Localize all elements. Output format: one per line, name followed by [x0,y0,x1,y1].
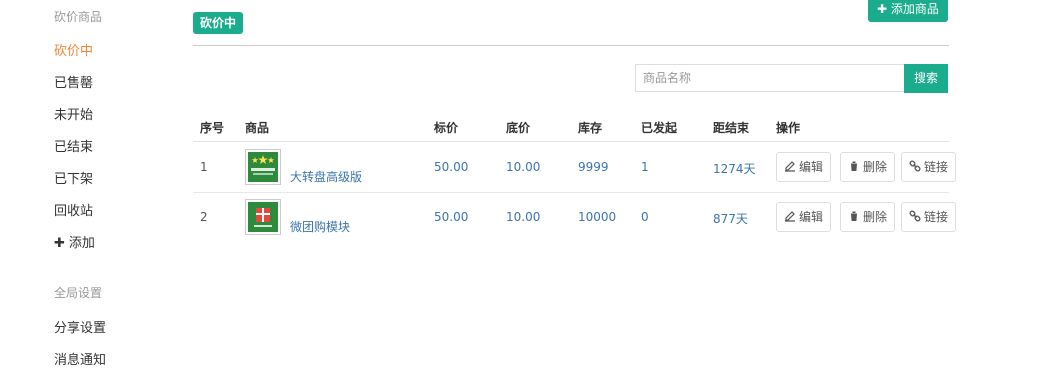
row-ends-in: 1274天 [713,162,756,176]
plus-icon: ✚ [54,236,65,251]
row-index: 2 [200,210,208,224]
row-divider [193,192,949,193]
row-ends-in: 877天 [713,212,748,226]
add-goods-button[interactable]: ✚ 添加商品 [868,0,948,22]
col-header-ends-in: 距结束 [713,121,750,135]
delete-button[interactable]: 删除 [840,152,896,182]
col-header-floor-price: 底价 [506,121,531,135]
plus-icon: ✚ [877,2,888,16]
search-button[interactable]: 搜索 [904,64,948,93]
col-header-stock: 库存 [578,121,603,135]
sidebar-section-goods: 砍价商品 [54,10,103,24]
sidebar-item-message-notify[interactable]: 消息通知 [54,349,106,368]
edit-label: 编辑 [799,160,824,174]
delete-button[interactable]: 删除 [840,202,896,232]
link-button[interactable]: 链接 [901,202,957,232]
row-started: 1 [641,160,649,174]
link-icon [909,160,921,172]
gift-box-icon [245,199,281,235]
sidebar-item-not-started[interactable]: 未开始 [54,104,93,123]
row-floor-price: 10.00 [506,210,541,224]
col-header-started: 已发起 [641,121,678,135]
status-badge: 砍价中 [193,12,244,34]
row-stock: 10000 [578,210,617,224]
edit-icon [785,211,795,222]
row-floor-price: 10.00 [506,160,541,174]
link-label: 链接 [924,210,949,224]
goods-name-link[interactable]: 微团购模块 [290,218,350,235]
col-header-price: 标价 [434,121,459,135]
row-price: 50.00 [434,210,469,224]
link-label: 链接 [924,160,949,174]
row-stock: 9999 [578,160,609,174]
trash-icon [850,161,858,171]
edit-button[interactable]: 编辑 [776,202,832,232]
delete-label: 删除 [863,210,888,224]
link-icon [909,210,921,222]
sidebar-item-share-settings[interactable]: 分享设置 [54,317,106,336]
trash-icon [850,211,858,221]
sidebar-item-bargaining[interactable]: 砍价中 [54,40,93,59]
goods-name-link[interactable]: 大转盘高级版 [290,168,362,185]
row-index: 1 [200,160,208,174]
sidebar-item-recycle-bin[interactable]: 回收站 [54,200,93,219]
col-header-actions: 操作 [776,121,801,135]
edit-button[interactable]: 编辑 [776,152,832,182]
sidebar-item-offline[interactable]: 已下架 [54,168,93,187]
wheel-stars-icon [245,149,281,185]
row-price: 50.00 [434,160,469,174]
table-header-divider [193,141,949,142]
sidebar-item-ended[interactable]: 已结束 [54,136,93,155]
sidebar-item-sold-out[interactable]: 已售罄 [54,72,93,91]
add-goods-label: 添加商品 [890,2,939,16]
delete-label: 删除 [863,160,888,174]
edit-icon [785,161,795,172]
search-input[interactable] [635,64,905,92]
edit-label: 编辑 [799,210,824,224]
col-header-index: 序号 [200,121,225,135]
sidebar-item-add-label: 添加 [68,236,95,251]
col-header-goods: 商品 [245,121,270,135]
sidebar-section-global: 全局设置 [54,286,103,300]
row-started: 0 [641,210,649,224]
sidebar-item-add[interactable]: ✚ 添加 [54,232,95,251]
link-button[interactable]: 链接 [901,152,957,182]
header-divider [193,45,949,46]
